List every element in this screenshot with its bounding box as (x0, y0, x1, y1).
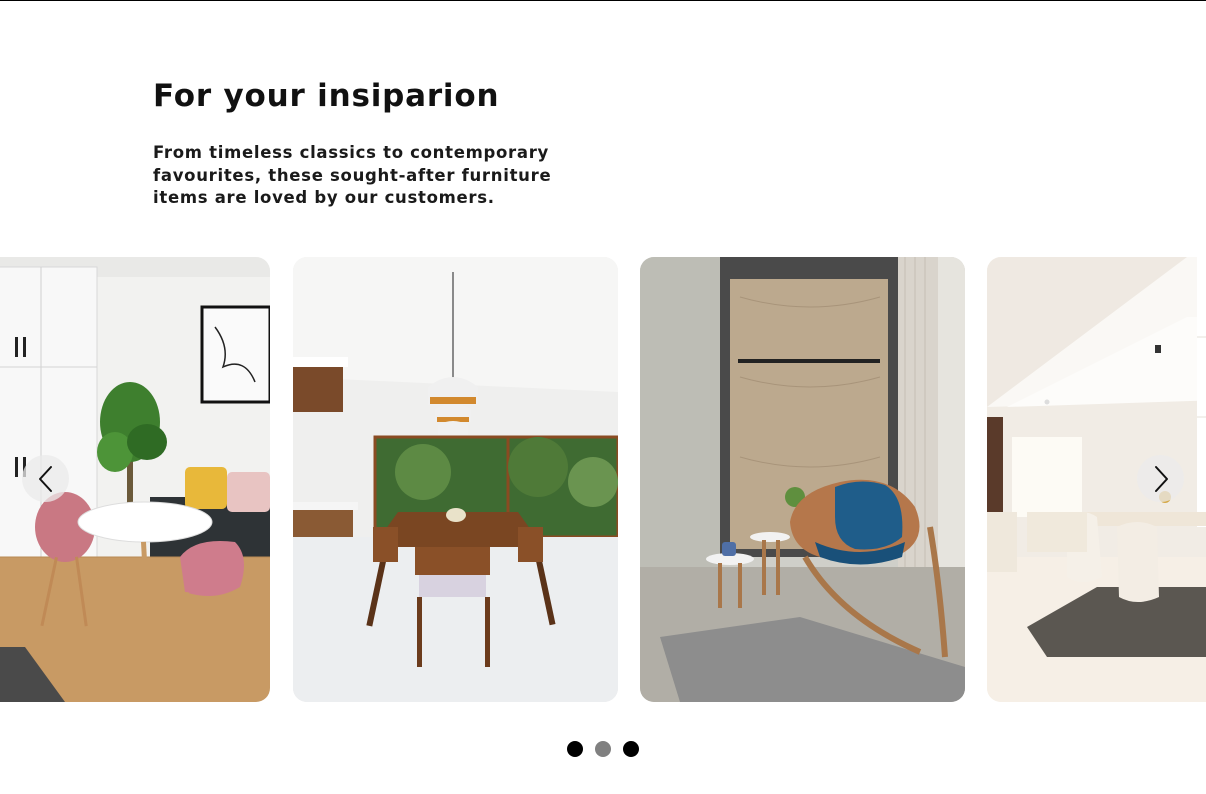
chevron-right-icon (1154, 465, 1168, 492)
carousel-prev-button[interactable] (22, 455, 69, 502)
carousel-slide[interactable] (640, 257, 965, 702)
pagination-dot-active[interactable] (595, 741, 611, 757)
section-heading: For your insiparion (153, 78, 500, 114)
carousel-slide[interactable] (293, 257, 618, 702)
section-description: From timeless classics to contemporary f… (153, 143, 552, 207)
blue-shell-chair-image (640, 257, 965, 702)
top-divider (0, 0, 1206, 1)
carousel-next-button[interactable] (1137, 455, 1184, 502)
chevron-left-icon (38, 465, 52, 492)
dining-room-pendant-lamp-image (293, 257, 618, 702)
pagination-dot[interactable] (567, 741, 583, 757)
pagination-dot[interactable] (623, 741, 639, 757)
carousel-pagination (0, 741, 1206, 757)
inspiration-carousel[interactable] (0, 257, 1206, 702)
